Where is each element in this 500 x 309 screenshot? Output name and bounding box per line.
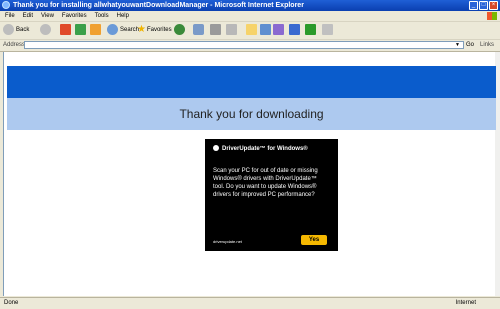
search-icon [107, 24, 118, 35]
refresh-icon [75, 24, 86, 35]
title-bar: Thank you for installing allwhatyouwantD… [0, 0, 500, 11]
ad-brand: DriverUpdate™ for Windows® [213, 145, 308, 153]
status-text: Done [4, 300, 19, 306]
favorites-star-icon: ★ [137, 24, 146, 35]
back-arrow-icon [3, 24, 14, 35]
folder-button[interactable] [246, 24, 257, 35]
menu-bar: File Edit View Favorites Tools Help [0, 11, 500, 22]
research-button[interactable] [273, 24, 284, 35]
menu-help[interactable]: Help [117, 11, 129, 21]
menu-edit[interactable]: Edit [23, 11, 33, 21]
folder-icon [246, 24, 257, 35]
print-button[interactable] [210, 24, 221, 35]
zone-text: Internet [455, 300, 476, 306]
maximize-button[interactable]: □ [479, 1, 488, 10]
home-icon [90, 24, 101, 35]
ie-icon [2, 1, 10, 9]
status-bar: Done Internet [0, 297, 500, 309]
messenger-button[interactable] [260, 24, 271, 35]
window-controls: _ □ × [469, 1, 498, 10]
print-icon [210, 24, 221, 35]
mail-icon [193, 24, 204, 35]
driverupdate-ad[interactable]: DriverUpdate™ for Windows® Scan your PC … [205, 139, 338, 251]
links-button[interactable]: Links [480, 40, 494, 51]
back-button[interactable]: Back [3, 24, 29, 35]
favorites-label: Favorites [146, 26, 172, 33]
toolbar: Back Search ★ Favorites [0, 22, 500, 40]
close-button[interactable]: × [489, 1, 498, 10]
green-tool-icon [305, 24, 316, 35]
back-label: Back [16, 26, 30, 33]
address-bar: Address ▼ Go Links [0, 40, 500, 52]
favorites-button[interactable]: ★ Favorites [137, 24, 172, 35]
page-heading: Thank you for downloading [179, 107, 324, 121]
address-input[interactable]: ▼ [24, 41, 464, 49]
window-title: Thank you for installing allwhatyouwantD… [13, 2, 304, 9]
address-dropdown-icon[interactable]: ▼ [455, 42, 460, 49]
forward-arrow-icon [40, 24, 51, 35]
windows-logo-icon [487, 12, 497, 20]
go-button[interactable]: Go [466, 40, 474, 51]
forward-button[interactable] [40, 24, 51, 35]
menu-file[interactable]: File [5, 11, 15, 21]
toolbar-icon-2[interactable] [305, 24, 316, 35]
yes-button[interactable]: Yes [301, 235, 327, 245]
subheader-banner: Thank you for downloading [7, 98, 496, 130]
stop-icon [60, 24, 71, 35]
home-button[interactable] [90, 24, 101, 35]
edit-button[interactable] [226, 24, 237, 35]
messenger-icon [260, 24, 271, 35]
stop-button[interactable] [60, 24, 71, 35]
media-button[interactable] [174, 24, 185, 35]
refresh-button[interactable] [75, 24, 86, 35]
ad-body-text: Scan your PC for out of date or missing … [213, 168, 318, 198]
research-icon [273, 24, 284, 35]
ad-brand-label: DriverUpdate™ for Windows® [222, 146, 308, 152]
toolbar-icon-1[interactable] [289, 24, 300, 35]
mail-button[interactable] [193, 24, 204, 35]
address-label: Address [3, 42, 26, 48]
minimize-button[interactable]: _ [469, 1, 478, 10]
menu-view[interactable]: View [41, 11, 54, 21]
edit-icon [226, 24, 237, 35]
header-banner [7, 66, 496, 98]
blue-tool-icon [289, 24, 300, 35]
menu-tools[interactable]: Tools [95, 11, 109, 21]
toolbar-icon-3[interactable] [322, 24, 333, 35]
driverupdate-logo-icon [213, 145, 219, 151]
menu-favorites[interactable]: Favorites [62, 11, 87, 21]
search-button[interactable]: Search [107, 24, 139, 35]
media-icon [174, 24, 185, 35]
ad-site-url: driverupdate.net [213, 239, 242, 244]
gray-tool-icon [322, 24, 333, 35]
